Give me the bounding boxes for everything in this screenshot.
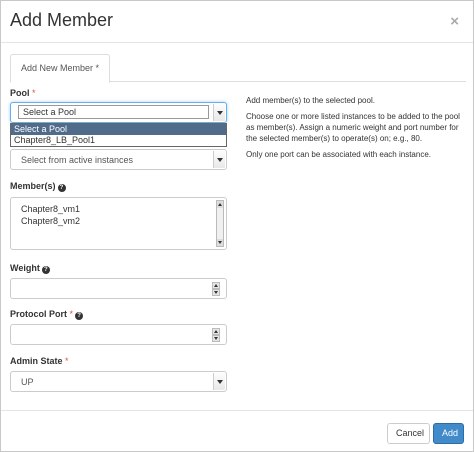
help-text: Add member(s) to the selected pool. (246, 96, 375, 105)
increment-icon[interactable] (212, 328, 220, 335)
question-circle-icon[interactable]: ? (75, 312, 84, 320)
chevron-down-icon[interactable] (213, 373, 225, 390)
increment-icon[interactable] (212, 282, 220, 289)
admin-state-label: Admin State * (10, 356, 69, 366)
cancel-button[interactable]: Cancel (387, 423, 430, 444)
decrement-icon[interactable] (212, 289, 220, 296)
scroll-down-icon[interactable] (217, 239, 223, 246)
question-circle-icon[interactable]: ? (41, 266, 50, 274)
decrement-icon[interactable] (212, 335, 220, 342)
chevron-down-icon[interactable] (213, 104, 225, 121)
add-member-dialog: Add Member × Add New Member * Pool * Sel… (0, 0, 474, 452)
tab-bar: Add New Member * (10, 54, 466, 83)
protocol-port-label: Protocol Port *? (10, 309, 84, 320)
pool-option-chapter8-lb-pool1[interactable]: Chapter8_LB_Pool1 (11, 135, 226, 146)
required-mark: * (32, 88, 36, 98)
dialog-footer: Cancel Add (1, 410, 473, 452)
weight-label: Weight? (10, 263, 50, 274)
required-mark: * (95, 63, 100, 73)
dialog-title: Add Member (10, 10, 114, 30)
weight-stepper[interactable] (212, 282, 220, 296)
pool-dropdown-list: Select a Pool Chapter8_LB_Pool1 (10, 123, 227, 147)
list-item[interactable]: Chapter8_vm2 (21, 216, 80, 226)
list-item[interactable]: Chapter8_vm1 (21, 204, 80, 214)
members-label: Member(s)? (10, 181, 66, 192)
add-button[interactable]: Add (433, 423, 464, 444)
help-panel: Add member(s) to the selected pool. Choo… (246, 95, 466, 165)
pool-select[interactable]: Select a Pool (10, 102, 227, 123)
members-listbox[interactable]: Chapter8_vm1 Chapter8_vm2 (10, 197, 227, 250)
member-source-select[interactable]: Select from active instances (10, 149, 227, 170)
protocol-port-stepper[interactable] (212, 328, 220, 342)
help-text: Choose one or more listed instances to b… (246, 112, 460, 143)
pool-option-select-a-pool[interactable]: Select a Pool (11, 124, 226, 135)
members-scrollbar[interactable] (216, 200, 224, 247)
pool-label: Pool * (10, 88, 36, 98)
admin-state-value: UP (21, 377, 34, 387)
weight-input[interactable] (10, 278, 227, 299)
question-circle-icon[interactable]: ? (57, 184, 66, 192)
help-text: Only one port can be associated with eac… (246, 150, 431, 159)
scroll-up-icon[interactable] (217, 201, 223, 208)
required-mark: * (69, 309, 74, 319)
protocol-port-input[interactable] (10, 324, 227, 345)
dialog-header: Add Member × (1, 1, 473, 43)
tab-add-new-member[interactable]: Add New Member * (10, 54, 111, 83)
admin-state-select[interactable]: UP (10, 371, 227, 392)
pool-select-value: Select a Pool (23, 107, 77, 117)
close-icon[interactable]: × (450, 13, 459, 30)
required-mark: * (65, 356, 69, 366)
member-source-value: Select from active instances (21, 155, 134, 165)
chevron-down-icon[interactable] (213, 151, 225, 168)
pool-select-inner: Select a Pool (18, 105, 209, 119)
tab-label: Add New Member (21, 63, 94, 73)
